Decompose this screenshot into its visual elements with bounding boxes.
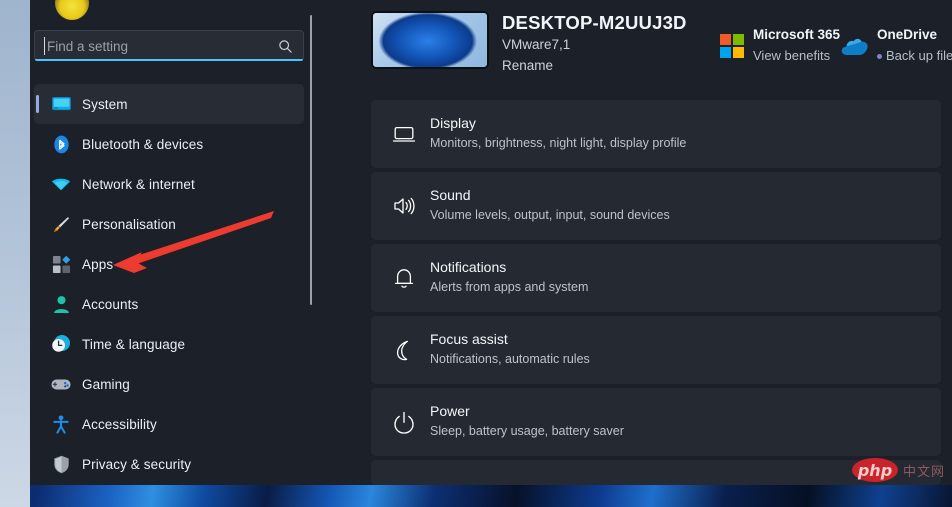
settings-window: Find a setting System Bluetooth & device… — [30, 0, 952, 485]
accessibility-icon — [51, 414, 71, 434]
card-subtitle: Notifications, automatic rules — [430, 352, 590, 366]
sidebar-item-gaming[interactable]: Gaming — [34, 364, 304, 404]
card-subtitle: Alerts from apps and system — [430, 280, 589, 294]
watermark-text: 中文网 — [903, 463, 946, 479]
card-title: Focus assist — [430, 331, 508, 347]
person-icon — [51, 294, 71, 314]
desktop-left-edge — [0, 0, 30, 507]
bell-icon — [391, 265, 417, 291]
moon-icon — [391, 337, 417, 363]
monitor-outline-icon — [391, 121, 417, 147]
apps-icon — [51, 254, 71, 274]
sidebar-item-accounts[interactable]: Accounts — [34, 284, 304, 324]
sidebar-scrollbar[interactable] — [310, 15, 312, 305]
search-icon[interactable] — [278, 39, 293, 59]
tile-title: OneDrive — [877, 27, 938, 42]
settings-card-focus-assist[interactable]: Focus assist Notifications, automatic ru… — [371, 316, 941, 384]
rename-link[interactable]: Rename — [502, 58, 553, 73]
monitor-icon — [51, 94, 71, 114]
watermark-logo: php — [852, 458, 898, 482]
sidebar-item-label: Bluetooth & devices — [82, 136, 204, 152]
sidebar-item-label: Time & language — [82, 336, 186, 352]
card-title: Notifications — [430, 259, 507, 275]
sidebar-item-privacy-security[interactable]: Privacy & security — [34, 444, 304, 484]
sidebar-item-label: Privacy & security — [82, 456, 192, 472]
card-title: Display — [430, 115, 476, 131]
power-icon — [391, 409, 417, 435]
paintbrush-icon — [51, 214, 71, 234]
speaker-icon — [391, 193, 417, 219]
settings-card-display[interactable]: Display Monitors, brightness, night ligh… — [371, 100, 941, 168]
shield-icon — [51, 454, 71, 474]
wifi-icon — [51, 174, 71, 194]
content-pane: DESKTOP-M2UUJ3D VMware7,1 Rename Microso… — [340, 0, 952, 485]
card-title: Power — [430, 403, 470, 419]
text-caret — [44, 37, 45, 55]
device-name: DESKTOP-M2UUJ3D — [502, 12, 687, 33]
sidebar-item-system[interactable]: System — [34, 84, 304, 124]
card-subtitle: Volume levels, output, input, sound devi… — [430, 208, 670, 222]
search-placeholder: Find a setting — [47, 39, 129, 54]
navigation-pane: Find a setting System Bluetooth & device… — [30, 0, 340, 485]
sidebar-item-label: Gaming — [82, 376, 130, 392]
bluetooth-icon — [51, 134, 71, 154]
sidebar-item-personalisation[interactable]: Personalisation — [34, 204, 304, 244]
device-header: DESKTOP-M2UUJ3D VMware7,1 Rename Microso… — [371, 11, 952, 73]
sidebar-item-time-language[interactable]: Time & language — [34, 324, 304, 364]
selection-indicator — [36, 95, 39, 113]
card-title: Sound — [430, 187, 471, 203]
card-subtitle: Monitors, brightness, night light, displ… — [430, 136, 687, 150]
status-dot — [877, 54, 882, 59]
device-thumbnail — [371, 11, 489, 69]
sidebar-item-accessibility[interactable]: Accessibility — [34, 404, 304, 444]
tile-title: Microsoft 365 — [753, 27, 841, 42]
settings-card-sound[interactable]: Sound Volume levels, output, input, soun… — [371, 172, 941, 240]
sidebar-item-label: System — [82, 96, 128, 112]
onedrive-tile[interactable]: OneDrive Back up files — [836, 23, 952, 69]
device-model: VMware7,1 — [502, 37, 571, 52]
watermark: php 中文网 — [852, 458, 945, 482]
sidebar-item-label: Accounts — [82, 296, 139, 312]
clock-icon — [51, 334, 71, 354]
card-subtitle: Sleep, battery usage, battery saver — [430, 424, 624, 438]
sidebar-item-apps[interactable]: Apps — [34, 244, 304, 284]
tile-subtitle[interactable]: View benefits — [753, 48, 830, 63]
sidebar-item-label: Network & internet — [82, 176, 195, 192]
sidebar-item-label: Personalisation — [82, 216, 176, 232]
sidebar-item-network-internet[interactable]: Network & internet — [34, 164, 304, 204]
microsoft-logo-icon — [720, 34, 744, 58]
sidebar-item-label: Accessibility — [82, 416, 157, 432]
settings-card-power[interactable]: Power Sleep, battery usage, battery save… — [371, 388, 941, 456]
microsoft-365-tile[interactable]: Microsoft 365 View benefits — [712, 23, 852, 69]
settings-card-notifications[interactable]: Notifications Alerts from apps and syste… — [371, 244, 941, 312]
gamepad-icon — [51, 374, 71, 394]
sidebar-item-bluetooth-devices[interactable]: Bluetooth & devices — [34, 124, 304, 164]
user-avatar[interactable] — [55, 0, 89, 20]
sidebar-item-label: Apps — [82, 256, 114, 272]
onedrive-cloud-icon — [840, 35, 870, 62]
search-input[interactable]: Find a setting — [34, 30, 304, 61]
tile-subtitle[interactable]: Back up files — [886, 48, 952, 63]
